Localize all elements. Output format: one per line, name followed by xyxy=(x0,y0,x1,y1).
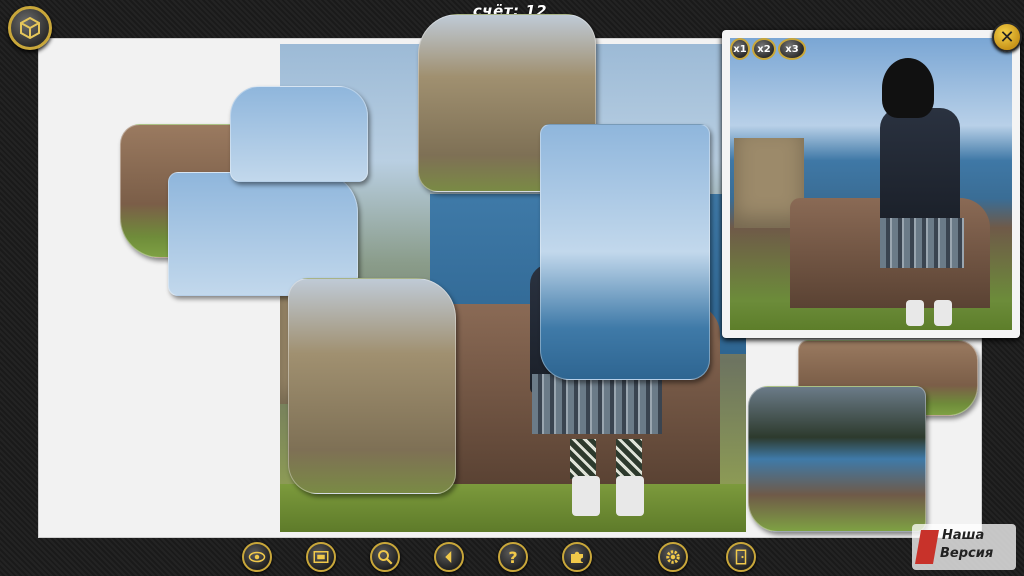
zoom-x1-button[interactable]: x1 xyxy=(730,38,750,60)
back-arrow-icon xyxy=(445,551,452,563)
undo-button[interactable] xyxy=(434,542,464,572)
piper-kilt xyxy=(532,374,662,434)
zoom-button[interactable] xyxy=(370,542,400,572)
preview-piper xyxy=(880,108,960,228)
magnifier-icon xyxy=(378,550,393,565)
show-picture-button[interactable] xyxy=(306,542,336,572)
logo-line-2: Версия xyxy=(940,546,994,561)
puzzle-piece-castle-bottom[interactable] xyxy=(288,278,456,494)
puzzle-piece-icon xyxy=(571,551,583,563)
preview-panel: x1 x2 x3 xyxy=(722,30,1020,338)
zoom-x3-button[interactable]: x3 xyxy=(778,38,806,60)
preview-shoe-right xyxy=(934,300,952,326)
preview-shoe-left xyxy=(906,300,924,326)
preview-image xyxy=(730,38,1012,330)
preview-piper-hat xyxy=(882,58,934,118)
exit-door-icon xyxy=(735,549,747,565)
help-button[interactable]: ? xyxy=(498,542,528,572)
picture-icon xyxy=(313,551,329,563)
close-preview-button[interactable]: ✕ xyxy=(992,22,1022,52)
piper-shoe-left xyxy=(572,476,600,516)
piper-sock-left xyxy=(570,439,596,479)
piper-sock-right xyxy=(616,439,642,479)
puzzle-piece-sky-top[interactable] xyxy=(230,86,368,182)
logo-mark xyxy=(915,530,939,564)
gear-icon xyxy=(666,550,680,564)
zoom-x2-button[interactable]: x2 xyxy=(752,38,776,60)
question-icon: ? xyxy=(508,547,518,567)
logo-line-1: Наша xyxy=(942,528,985,543)
zoom-x2-label: x2 xyxy=(757,43,771,55)
hint-piece-button[interactable] xyxy=(562,542,592,572)
puzzle-piece-sky-right[interactable] xyxy=(540,124,710,380)
zoom-x1-label: x1 xyxy=(733,43,747,55)
close-icon: ✕ xyxy=(999,26,1015,48)
piper-shoe-right xyxy=(616,476,644,516)
show-edges-button[interactable] xyxy=(242,542,272,572)
puzzle-piece-legs[interactable] xyxy=(748,386,926,532)
eye-icon xyxy=(248,551,266,563)
watermark-logo: Наша Версия xyxy=(912,524,1016,570)
menu-button[interactable] xyxy=(8,6,52,50)
exit-button[interactable] xyxy=(726,542,756,572)
preview-piper-kilt xyxy=(880,218,964,268)
box-icon xyxy=(20,16,40,40)
settings-button[interactable] xyxy=(658,542,688,572)
zoom-x3-label: x3 xyxy=(785,43,799,55)
